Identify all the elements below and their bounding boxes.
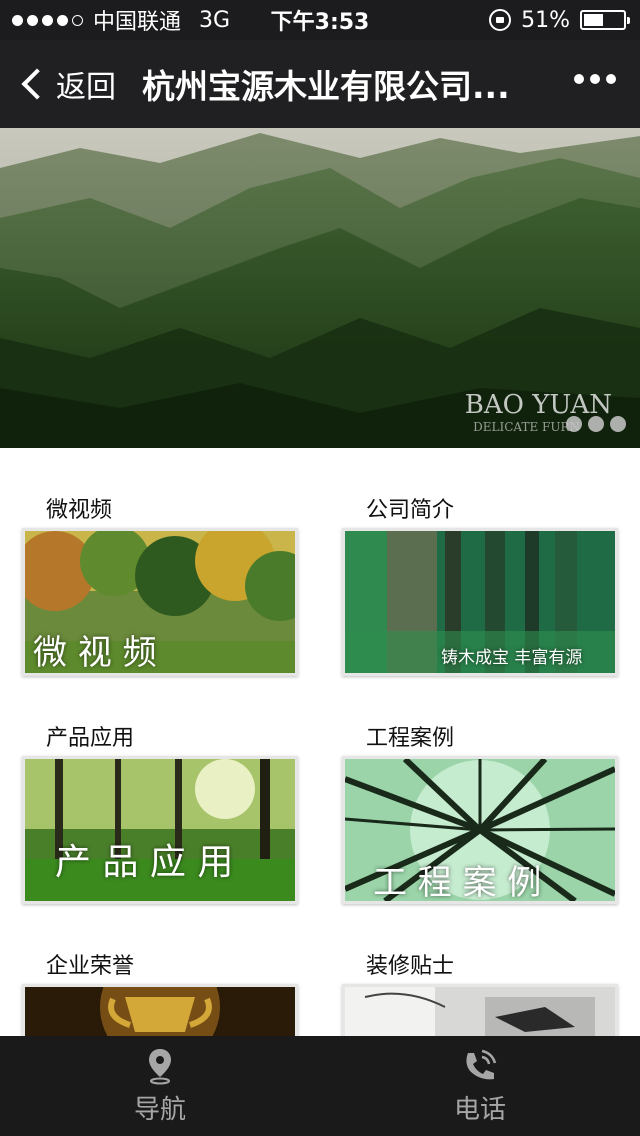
hero-banner[interactable]: BAO YUAN DELICATE FURN	[0, 128, 640, 448]
tab-label: 导航	[133, 1094, 186, 1125]
back-button[interactable]: 返回	[0, 40, 130, 128]
card-title: 公司简介	[366, 498, 455, 523]
battery-icon	[580, 10, 630, 30]
navigation-bar: 返回 杭州宝源木业有限公司...	[0, 40, 640, 128]
tab-phone[interactable]: 电话	[320, 1036, 640, 1136]
page-title: 杭州宝源木业有限公司...	[142, 67, 510, 106]
thumbnail-caption: 铸木成宝 丰富有源	[441, 648, 583, 668]
back-label: 返回	[56, 70, 116, 105]
thumbnail-caption: 微 视 频	[33, 633, 157, 673]
carrier-name: 中国联通	[93, 10, 182, 35]
bottom-tab-bar: 导航 电话	[0, 1036, 640, 1136]
battery-percent: 51%	[521, 7, 570, 33]
carousel-indicator[interactable]	[566, 416, 626, 432]
thumbnail-caption: 工 程 案 例	[373, 863, 542, 903]
rotation-lock-icon	[489, 9, 512, 31]
card-title: 微视频	[46, 498, 113, 523]
phone-call-icon	[466, 1049, 497, 1079]
chevron-left-icon	[21, 68, 53, 100]
clock: 下午3:53	[270, 10, 370, 35]
thumbnail-caption: 产 品 应 用	[55, 842, 234, 883]
card-thumbnail[interactable]: 工 程 案 例	[342, 756, 618, 904]
card-thumbnail[interactable]: 微 视 频	[22, 528, 298, 676]
location-pin-icon	[149, 1048, 171, 1084]
card-title: 产品应用	[46, 726, 135, 751]
card-title: 工程案例	[366, 726, 455, 751]
tab-label: 电话	[453, 1094, 506, 1125]
card-thumbnail[interactable]: 铸木成宝 丰富有源	[342, 528, 618, 676]
card-thumbnail[interactable]: 产 品 应 用	[22, 756, 298, 904]
more-options-icon[interactable]	[574, 74, 616, 84]
status-bar: 中国联通 3G 下午3:53 51%	[0, 0, 640, 40]
network-type: 3G	[199, 7, 231, 33]
brand-watermark-sub: DELICATE FURN	[473, 420, 580, 434]
card-title: 企业荣誉	[46, 954, 135, 979]
card-title: 装修贴士	[366, 954, 455, 979]
tab-navigation[interactable]: 导航	[0, 1036, 320, 1136]
signal-strength-icon	[12, 14, 83, 26]
